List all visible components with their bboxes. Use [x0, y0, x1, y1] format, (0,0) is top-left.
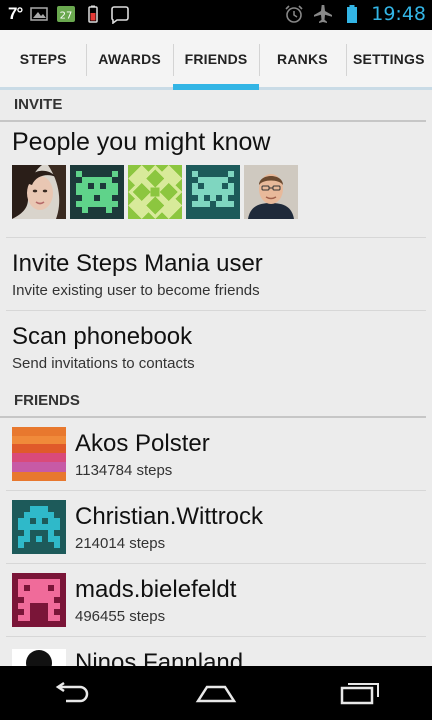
friend-steps: 214014 steps [75, 534, 166, 552]
status-bar: 7° 27 19:48 [0, 0, 432, 30]
suggested-avatar-man[interactable] [244, 165, 298, 219]
calendar-badge-icon: 27 [57, 6, 76, 22]
suggested-avatar-woman[interactable] [12, 165, 66, 219]
scan-phonebook-item[interactable]: Scan phonebook Send invitations to conta… [6, 311, 426, 384]
temperature-indicator: 7° [8, 4, 23, 23]
friend-name: Christian.Wittrock [75, 502, 264, 530]
friend-steps: 496455 steps [75, 607, 166, 625]
scan-phonebook-title: Scan phonebook [12, 323, 193, 350]
friends-section-header: FRIENDS [0, 384, 426, 418]
battery-icon [347, 5, 358, 23]
tab-friends[interactable]: FRIENDS [172, 30, 260, 90]
recent-apps-button[interactable] [335, 676, 385, 710]
tab-awards[interactable]: AWARDS [86, 30, 172, 87]
scan-phonebook-subtitle: Send invitations to contacts [12, 355, 195, 372]
suggested-avatars [12, 165, 426, 219]
home-button[interactable] [191, 676, 241, 710]
friend-name: Akos Polster [75, 429, 210, 457]
tab-bar: STEPS AWARDS FRIENDS RANKS SETTINGS [0, 30, 432, 90]
tab-steps[interactable]: STEPS [0, 30, 86, 87]
back-icon [55, 681, 89, 703]
friend-avatar-dark [12, 649, 66, 666]
airplane-icon [314, 4, 333, 23]
invite-user-item[interactable]: Invite Steps Mania user Invite existing … [6, 238, 426, 311]
friend-item-mads-bielefeldt[interactable]: mads.bielefeldt 496455 steps [6, 564, 426, 637]
friend-name: Ninos Fannland [75, 649, 244, 666]
friend-avatar-striped [12, 427, 66, 481]
friend-item-partial[interactable]: Ninos Fannland [6, 637, 426, 666]
friends-content[interactable]: INVITE People you might know Invite Step… [0, 90, 432, 666]
suggested-avatar-teal-invader[interactable] [186, 165, 240, 219]
home-icon [195, 685, 237, 703]
friend-item-christian-wittrock[interactable]: Christian.Wittrock 214014 steps [6, 491, 426, 564]
invite-user-subtitle: Invite existing user to become friends [12, 282, 260, 299]
clock: 19:48 [371, 3, 426, 25]
friend-avatar-pink-invader [12, 573, 66, 627]
calendar-badge-number: 27 [60, 11, 73, 22]
recent-apps-icon [340, 683, 379, 705]
invite-section-header: INVITE [0, 90, 426, 122]
tab-settings[interactable]: SETTINGS [345, 30, 432, 87]
people-you-might-know[interactable]: People you might know [6, 122, 426, 238]
friend-item-akos-polster[interactable]: Akos Polster 1134784 steps [6, 418, 426, 491]
suggested-avatar-green-invader[interactable] [70, 165, 124, 219]
tab-ranks[interactable]: RANKS [259, 30, 345, 87]
friend-steps: 1134784 steps [75, 461, 173, 479]
image-icon [30, 7, 49, 21]
alarm-icon [285, 5, 303, 23]
suggested-avatar-green-pattern[interactable] [128, 165, 182, 219]
battery-alert-icon [88, 5, 99, 23]
friend-avatar-teal-invader [12, 500, 66, 554]
back-button[interactable] [47, 676, 97, 710]
speech-bubble-icon [111, 6, 130, 24]
friend-name: mads.bielefeldt [75, 575, 237, 603]
invite-user-title: Invite Steps Mania user [12, 250, 263, 277]
navigation-bar [0, 666, 432, 720]
people-you-might-know-title: People you might know [12, 128, 271, 156]
